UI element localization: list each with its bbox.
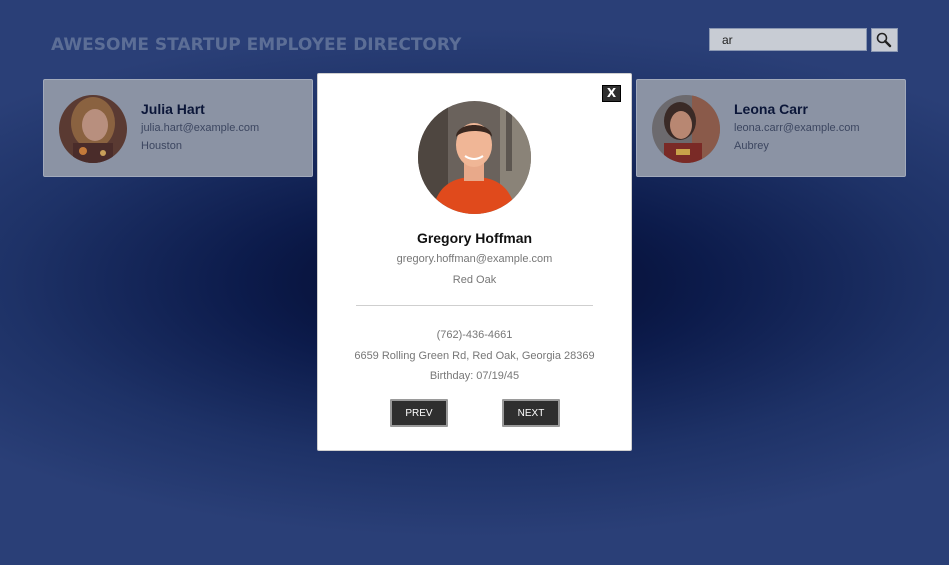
page-title: AWESOME STARTUP EMPLOYEE DIRECTORY: [51, 35, 462, 55]
employee-card[interactable]: Leona Carr leona.carr@example.com Aubrey: [636, 79, 906, 177]
search-button[interactable]: [871, 28, 898, 52]
employee-birthday: Birthday: 07/19/45: [429, 370, 520, 382]
employee-email: leona.carr@example.com: [734, 122, 860, 134]
divider: [356, 305, 593, 306]
avatar: [59, 95, 127, 163]
employee-city: Aubrey: [734, 140, 769, 152]
employee-name: Leona Carr: [734, 101, 808, 117]
close-button[interactable]: X: [602, 85, 621, 102]
employee-card[interactable]: Julia Hart julia.hart@example.com Housto…: [43, 79, 313, 177]
avatar: [652, 95, 720, 163]
next-button[interactable]: NEXT: [502, 399, 560, 427]
employee-email: gregory.hoffman@example.com: [396, 253, 553, 265]
employee-modal: X Gregory Hoffman gregory.hoffman@exampl…: [317, 73, 632, 451]
employee-address: 6659 Rolling Green Rd, Red Oak, Georgia …: [354, 350, 595, 362]
search-icon: [876, 32, 892, 48]
employee-city: Houston: [141, 140, 182, 152]
employee-email: julia.hart@example.com: [141, 122, 260, 134]
avatar: [418, 101, 531, 214]
employee-name: Julia Hart: [141, 101, 205, 117]
search-input[interactable]: [709, 28, 867, 51]
prev-button[interactable]: PREV: [390, 399, 448, 427]
employee-name: Gregory Hoffman: [416, 230, 533, 246]
search-form: [709, 28, 898, 52]
employee-city: Red Oak: [452, 274, 497, 286]
employee-phone: (762)-436-4661: [436, 329, 513, 341]
